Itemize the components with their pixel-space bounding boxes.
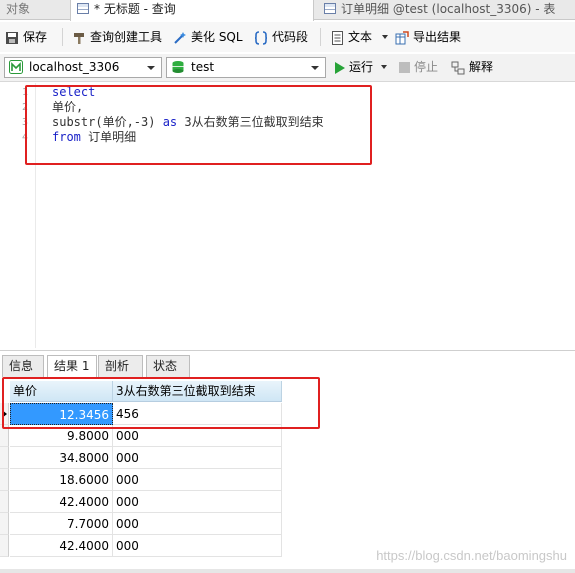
database-select[interactable]: test [166,57,326,78]
row-selector[interactable] [0,535,9,557]
export-results-button[interactable]: 导出结果 [395,27,461,47]
text-mode-dropdown[interactable]: 文本 [331,27,388,47]
export-icon [395,30,409,44]
chevron-down-icon [380,65,387,69]
table-cell[interactable]: 18.6000 [10,469,113,491]
stop-button[interactable]: 停止 [399,57,438,77]
row-selector[interactable] [0,447,9,469]
table-row[interactable]: 34.8000 000 [0,447,282,469]
query-builder-button[interactable]: 查询创建工具 [72,27,162,47]
highlight-box-result [2,377,320,429]
sql-editor[interactable]: 1 2 3 4 select 单价, substr(单价,-3) as 3从右数… [0,83,575,348]
table-cell[interactable]: 000 [113,491,282,513]
tab-profile[interactable]: 剖析 [98,355,143,377]
row-selector[interactable] [0,469,9,491]
chevron-down-icon [381,35,388,39]
magic-wand-icon [174,31,186,44]
table-cell[interactable]: 7.7000 [10,513,113,535]
chevron-down-icon [311,66,319,70]
table-row[interactable]: 7.7000 000 [0,513,282,535]
run-button[interactable]: 运行 [335,57,387,77]
braces-icon [254,30,268,45]
table-row[interactable]: 42.4000 000 [0,535,282,557]
document-icon [332,30,343,45]
tab-untitled-query[interactable]: * 无标题 - 查询 [70,0,314,21]
connection-select[interactable]: localhost_3306 [4,57,162,78]
save-icon [6,31,18,44]
table-cell[interactable]: 000 [113,513,282,535]
watermark: https://blog.csdn.net/baomingshu [376,548,567,563]
tab-result-1[interactable]: 结果 1 [47,355,97,378]
save-button[interactable]: 保存 [5,27,47,47]
tab-objects[interactable]: 对象 [0,0,66,20]
tab-order-details-table[interactable]: 订单明细 @test (localhost_3306) - 表 [318,0,575,20]
beautify-sql-button[interactable]: 美化 SQL [173,27,243,47]
server-connection-icon [9,60,23,74]
toolbar-divider [62,28,63,46]
table-row[interactable]: 18.6000 000 [0,469,282,491]
tab-info[interactable]: 信息 [2,355,44,377]
status-strip [0,569,575,573]
connection-bar: localhost_3306 test 运行 停止 解释 [0,54,575,82]
toolbar-divider [320,28,321,46]
tab-status[interactable]: 状态 [146,355,190,377]
database-icon [172,61,184,73]
table-cell[interactable]: 000 [113,535,282,557]
table-cell[interactable]: 000 [113,469,282,491]
hammer-icon [74,32,84,44]
document-tabbar: 对象 * 无标题 - 查询 订单明细 @test (localhost_3306… [0,0,575,21]
explain-icon [451,61,465,74]
row-selector[interactable] [0,491,9,513]
explain-button[interactable]: 解释 [451,57,493,77]
chevron-down-icon [147,66,155,70]
highlight-box-query [25,85,372,165]
results-panel: 信息 结果 1 剖析 状态 单价 3从右数第三位截取到结束 12.3456 45… [0,350,575,573]
table-cell[interactable]: 42.4000 [10,535,113,557]
table-icon [324,3,336,14]
stop-icon [399,62,410,73]
play-icon [335,61,345,74]
table-cell[interactable]: 000 [113,447,282,469]
code-snippet-button[interactable]: 代码段 [254,27,308,47]
table-cell[interactable]: 34.8000 [10,447,113,469]
query-toolbar: 保存 查询创建工具 美化 SQL 代码段 文本 导出结果 [0,22,575,52]
row-selector[interactable] [0,513,9,535]
query-tab-icon [77,3,89,14]
table-cell[interactable]: 42.4000 [10,491,113,513]
table-row[interactable]: 42.4000 000 [0,491,282,513]
